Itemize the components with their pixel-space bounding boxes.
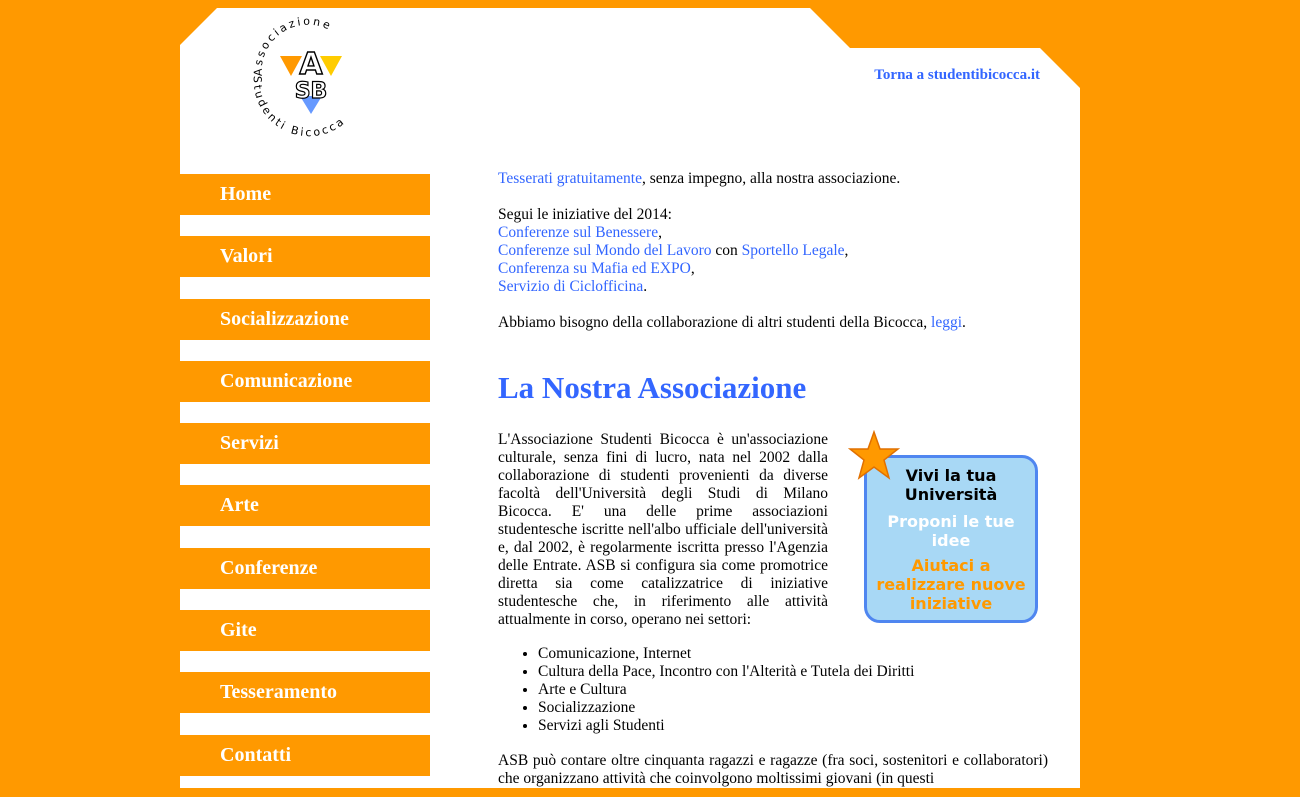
section-title: La Nostra Associazione [498,370,807,405]
sep-comma: , [690,260,695,277]
promo-proponi: Proponi le tue idee [867,512,1035,550]
nav-item-socializzazione[interactable]: Socializzazione [180,298,430,340]
link-mafia-expo[interactable]: Conferenza su Mafia ed EXPO [498,260,691,277]
tessera-link[interactable]: Tesserati gratuitamente [498,170,642,187]
nav-item-tesseramento[interactable]: Tesseramento [180,672,430,714]
link-sportello-legale[interactable]: Sportello Legale [742,242,845,259]
iniziative-heading: Segui le iniziative del 2014: [498,206,672,223]
link-mondo-lavoro[interactable]: Conferenze sul Mondo del Lavoro [498,242,712,259]
word-con: con [711,242,742,259]
link-ciclofficina[interactable]: Servizio di Ciclofficina [498,278,643,295]
promo-line3b: realizzare nuove [876,575,1026,594]
collab-link[interactable]: leggi [931,314,962,331]
sectors-list: Comunicazione, Internet Cultura della Pa… [498,645,914,735]
promo-aiutaci: Aiutaci a realizzare nuove iniziative [867,556,1035,613]
star-icon [848,430,900,480]
list-item: Cultura della Pace, Incontro con l'Alter… [538,663,914,681]
nav-item-conferenze[interactable]: Conferenze [180,547,430,589]
link-benessere[interactable]: Conferenze sul Benessere [498,224,658,241]
sep-comma: , [844,242,849,259]
nav-item-home[interactable]: Home [180,174,430,215]
list-item: Socializzazione [538,699,914,717]
asb-logo-graphic: Associazione Studenti Bicocca A SB [251,15,346,140]
asb-members-text: ASB può contare oltre cinquanta ragazzi … [498,752,1048,787]
sep-comma: , [658,224,662,241]
logo-letter-a: A [299,47,323,82]
promo-line2b: idee [931,531,971,550]
nav-item-servizi[interactable]: Servizi [180,423,430,465]
nav-item-contatti[interactable]: Contatti [180,734,430,776]
list-item: Arte e Cultura [538,681,914,699]
iniziative-paragraph: Segui le iniziative del 2014: Conferenze… [498,206,1048,296]
tessera-paragraph: Tesserati gratuitamente, senza impegno, … [498,170,1048,188]
collab-text: Abbiamo bisogno della collaborazione di … [498,314,932,331]
promo-banner[interactable]: Vivi la tua Università Proponi le tue id… [848,430,1044,630]
asb-logo[interactable]: Associazione Studenti Bicocca A SB [240,14,376,144]
list-item: Servizi agli Studenti [538,717,914,735]
nav-item-comunicazione[interactable]: Comunicazione [180,360,430,402]
sep-period: . [643,278,648,295]
collab-end: . [962,314,966,331]
list-item: Comunicazione, Internet [538,645,914,663]
promo-line1a: Vivi la tua [905,466,997,485]
tessera-text: , senza impegno, alla nostra associazion… [641,170,901,187]
association-description: L'Associazione Studenti Bicocca è un'ass… [498,431,828,628]
promo-line2a: Proponi le tue [887,512,1015,531]
nav-item-valori[interactable]: Valori [180,236,430,278]
logo-letters-sb: SB [295,79,328,104]
intro-content: Tesserati gratuitamente, senza impegno, … [498,170,1048,350]
collab-paragraph: Abbiamo bisogno della collaborazione di … [498,314,1048,332]
nav-item-gite[interactable]: Gite [180,610,430,652]
promo-line1b: Università [904,485,998,504]
promo-line3c: iniziative [909,594,993,613]
main-nav: Home Valori Socializzazione Comunicazion… [180,174,430,797]
nav-item-arte[interactable]: Arte [180,485,430,527]
back-to-site-link[interactable]: Torna a studentibicocca.it [874,67,1040,84]
promo-line3a: Aiutaci a [911,556,991,575]
